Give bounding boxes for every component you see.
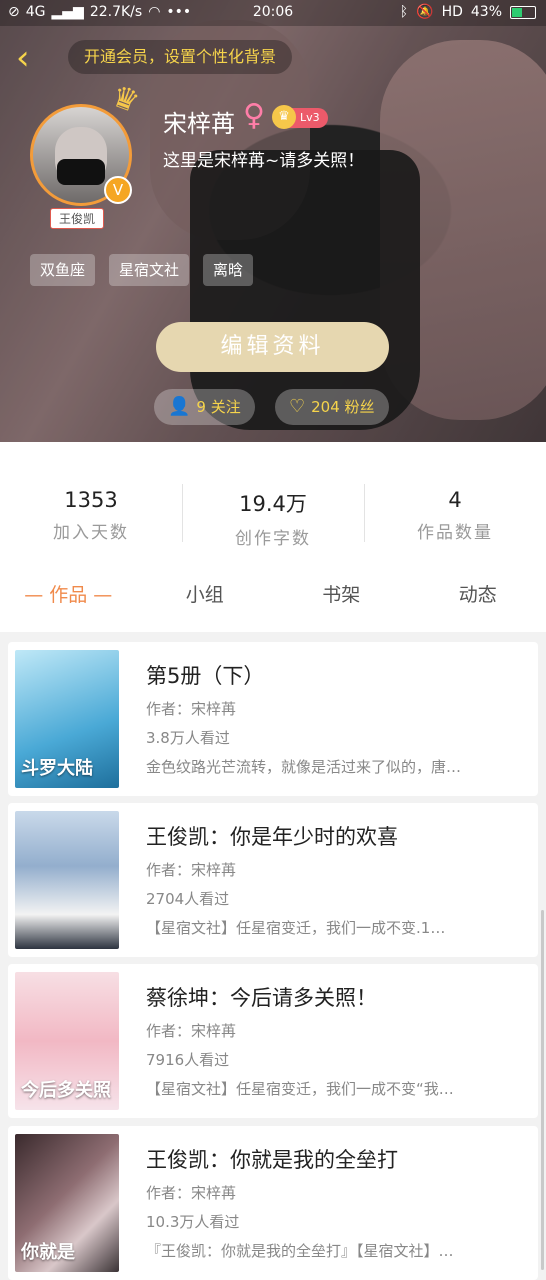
tag-item[interactable]: 星宿文社	[109, 254, 190, 286]
book-cover: 斗罗大陆	[15, 650, 119, 788]
bluetooth-icon: ᛒ	[399, 4, 409, 20]
book-cover: 今后多关照	[15, 972, 119, 1110]
work-author: 作者：宋梓苒	[146, 861, 237, 879]
cover-title: 今后多关照	[21, 1080, 111, 1101]
tab-bar: — 作品 — 小组 书架 动态	[0, 558, 546, 632]
tab-groups[interactable]: 小组	[137, 558, 274, 632]
back-button[interactable]: ‹	[16, 40, 46, 76]
edit-profile-button[interactable]: 编辑资料	[156, 322, 389, 372]
stat-value: 1353	[64, 488, 118, 512]
female-icon: ♀	[243, 98, 265, 133]
crown-small-icon: ♛	[272, 105, 296, 129]
tab-bookshelf[interactable]: 书架	[273, 558, 410, 632]
tab-activity[interactable]: 动态	[410, 558, 546, 632]
work-views: 3.8万人看过	[146, 729, 230, 747]
stat-value: 19.4万	[239, 492, 307, 516]
battery-icon	[510, 5, 536, 19]
add-user-icon: 👤	[168, 396, 191, 417]
followers-label: 204 粉丝	[311, 398, 375, 416]
list-item[interactable]: 今后多关照 蔡徐坤：今后请多关照！ 作者：宋梓苒 7916人看过 【星宿文社】任…	[8, 964, 538, 1118]
following-button[interactable]: 👤 9 关注	[154, 389, 255, 425]
list-item[interactable]: 斗罗大陆 第5册（下） 作者：宋梓苒 3.8万人看过 金色纹路光芒流转，就像是活…	[8, 642, 538, 796]
stat-label: 加入天数	[53, 523, 129, 543]
followers-button[interactable]: ♡ 204 粉丝	[275, 389, 389, 425]
work-author: 作者：宋梓苒	[146, 1022, 237, 1040]
vip-background-button[interactable]: 开通会员，设置个性化背景	[68, 40, 293, 74]
work-title: 蔡徐坤：今后请多关照！	[146, 986, 377, 1010]
stat-word-count: 19.4万 创作字数	[182, 442, 364, 558]
stats-bar: 1353 加入天数 19.4万 创作字数 4 作品数量	[0, 442, 546, 559]
verified-badge-icon: V	[104, 176, 132, 204]
work-author: 作者：宋梓苒	[146, 1184, 237, 1202]
work-desc: 金色纹路光芒流转，就像是活过来了似的，唐…	[146, 758, 462, 776]
mute-icon: 🔕	[416, 4, 434, 20]
status-bar: ⊘ 4G ▂▄▆ 22.7K/s ◠ ••• 20:06 ᛒ 🔕 HD 43%	[0, 0, 546, 26]
list-item[interactable]: 你就是 王俊凯：你就是我的全垒打 作者：宋梓苒 10.3万人看过 『王俊凯：你就…	[8, 1126, 538, 1280]
level-badge: ♛ Lv3	[272, 105, 328, 129]
work-title: 第5册（下）	[146, 664, 265, 688]
scrollbar[interactable]	[541, 910, 544, 1270]
book-cover: 你就是	[15, 1134, 119, 1272]
work-views: 2704人看过	[146, 890, 230, 908]
battery-percent: 43%	[470, 4, 502, 20]
user-name: 宋梓苒	[163, 110, 235, 138]
cover-title: 你就是	[21, 1242, 75, 1263]
avatar-label: 王俊凯	[50, 208, 105, 229]
stat-label: 作品数量	[417, 523, 493, 543]
stat-value: 4	[448, 488, 462, 512]
book-cover	[15, 811, 119, 949]
work-title: 王俊凯：你是年少时的欢喜	[146, 825, 398, 849]
stat-label: 创作字数	[235, 529, 311, 549]
stat-join-days: 1353 加入天数	[0, 442, 182, 558]
following-label: 9 关注	[196, 398, 241, 416]
tag-item[interactable]: 双鱼座	[30, 254, 96, 286]
level-text: Lv3	[300, 111, 320, 124]
list-item[interactable]: 王俊凯：你是年少时的欢喜 作者：宋梓苒 2704人看过 【星宿文社】任星宿变迁，…	[8, 803, 538, 957]
stat-work-count: 4 作品数量	[364, 442, 546, 558]
work-desc: 【星宿文社】任星宿变迁，我们一成不变.1…	[146, 919, 446, 937]
work-views: 7916人看过	[146, 1051, 230, 1069]
tab-works[interactable]: — 作品 —	[0, 558, 137, 632]
chevron-left-icon: ‹	[16, 38, 30, 78]
work-views: 10.3万人看过	[146, 1213, 240, 1231]
tag-item[interactable]: 离晗	[203, 254, 254, 286]
user-bio: 这里是宋梓苒~请多关照！	[163, 151, 365, 171]
work-title: 王俊凯：你就是我的全垒打	[146, 1148, 398, 1172]
works-list: 斗罗大陆 第5册（下） 作者：宋梓苒 3.8万人看过 金色纹路光芒流转，就像是活…	[0, 632, 546, 1280]
work-desc: 【星宿文社】任星宿变迁，我们一成不变“我…	[146, 1080, 454, 1098]
heart-icon: ♡	[289, 396, 306, 417]
tag-list: 双鱼座 星宿文社 离晗	[30, 254, 254, 286]
cover-title: 斗罗大陆	[21, 758, 93, 779]
work-desc: 『王俊凯：你就是我的全垒打』【星宿文社】…	[146, 1242, 454, 1260]
hd-call-icon: HD	[441, 4, 463, 20]
work-author: 作者：宋梓苒	[146, 700, 237, 718]
